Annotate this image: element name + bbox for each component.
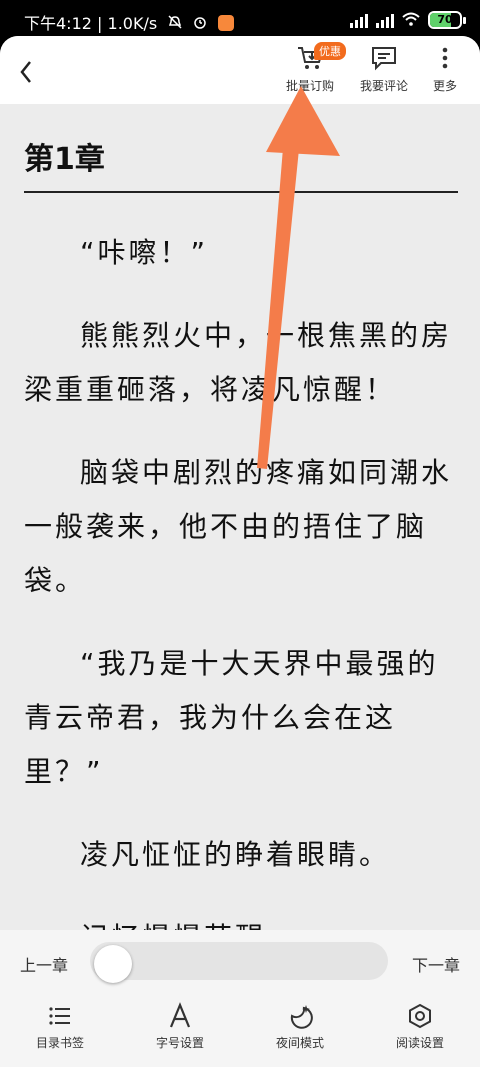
paragraph: “咔嚓！” (80, 236, 209, 269)
paragraph: 熊熊烈火中，一根焦黑的房梁重重砸落，将凌凡惊醒！ (24, 319, 453, 406)
nav-label: 目录书签 (35, 1036, 84, 1050)
alarm-icon (193, 14, 207, 33)
battery-indicator: 70 (428, 11, 466, 29)
signal-icon-2 (376, 12, 394, 28)
status-time: 下午4:12 (24, 14, 92, 33)
back-arrow-icon (20, 61, 31, 83)
paragraph: “我乃是十大天界中最强的青云帝君，我为什么会在这里？” (24, 647, 439, 788)
list-icon (49, 1007, 70, 1025)
progress-slider-thumb[interactable] (94, 945, 132, 983)
mute-icon (168, 14, 182, 33)
reader-app: 批量订购 优惠 我要评论 更多 第1章 “咔嚓！” 熊熊烈火中，一根焦黑的房梁重… (0, 36, 480, 1067)
top-bar: 批量订购 优惠 我要评论 更多 (0, 36, 480, 104)
chapter-title: 第1章 (24, 142, 105, 177)
status-right: 70 (350, 10, 466, 30)
progress-track[interactable] (90, 942, 388, 980)
back-button[interactable] (10, 50, 44, 90)
chapter-text: “咔嚓！” 熊熊烈火中，一根焦黑的房梁重重砸落，将凌凡惊醒！ 脑袋中剧烈的疼痛如… (24, 226, 462, 994)
reading-area[interactable]: 第1章 “咔嚓！” 熊熊烈火中，一根焦黑的房梁重重砸落，将凌凡惊醒！ 脑袋中剧烈… (0, 104, 480, 988)
status-divider: | (97, 14, 108, 33)
nav-item-toc-bookmarks[interactable]: 目录书签 (10, 1002, 110, 1051)
paragraph: 凌凡怔怔的睁着眼睛。 (80, 838, 391, 871)
battery-level: 70 (437, 13, 453, 26)
moon-icon (290, 1005, 313, 1029)
signal-icon (350, 12, 368, 28)
more-button[interactable]: 更多 (432, 44, 458, 94)
nav-item-reading-settings[interactable]: 阅读设置 (370, 1002, 470, 1051)
nav-item-night-mode[interactable]: 夜间模式 (250, 1002, 350, 1051)
chapter-divider (24, 191, 458, 193)
more-label: 更多 (432, 79, 457, 93)
bottom-nav: 目录书签 字号设置 夜间模式 阅读设置 (0, 992, 480, 1067)
chapter-progress-row: 上一章 下一章 (0, 930, 480, 992)
wifi-icon (402, 11, 420, 30)
nav-label: 阅读设置 (395, 1036, 444, 1050)
comment-label: 我要评论 (360, 79, 409, 93)
nav-label: 夜间模式 (275, 1036, 324, 1050)
app-notification-icon (218, 15, 235, 31)
status-left: 下午4:12 | 1.0K/s (24, 10, 235, 34)
network-speed: 1.0K/s (107, 14, 158, 33)
status-bar: 下午4:12 | 1.0K/s 70 (0, 0, 480, 40)
settings-icon (409, 1003, 431, 1029)
prev-chapter-button[interactable]: 上一章 (20, 952, 68, 976)
font-size-icon (169, 1002, 191, 1028)
next-chapter-button[interactable]: 下一章 (412, 952, 460, 976)
bulk-order-label: 批量订购 (286, 79, 335, 93)
promo-badge: 优惠 (314, 42, 346, 60)
nav-item-font-size[interactable]: 字号设置 (130, 1002, 230, 1051)
paragraph: 脑袋中剧烈的疼痛如同潮水一般袭来，他不由的捂住了脑袋。 (24, 456, 453, 597)
comment-button[interactable]: 我要评论 (360, 44, 408, 94)
more-vertical-icon (442, 47, 448, 69)
comment-icon (372, 47, 396, 71)
nav-label: 字号设置 (155, 1036, 204, 1050)
